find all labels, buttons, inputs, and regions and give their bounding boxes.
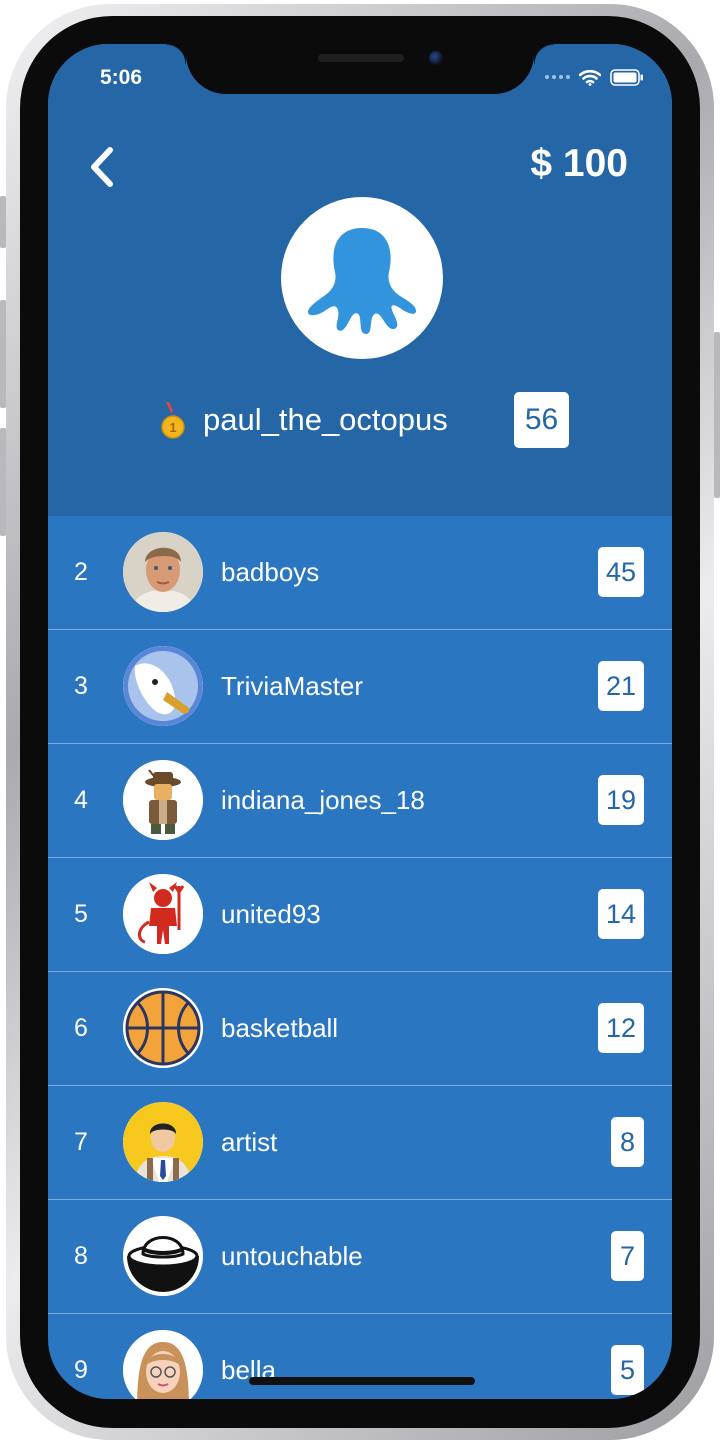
username: untouchable bbox=[221, 1241, 363, 1271]
leaderboard-header: 5:06 $ 100 1 paul_the_octopus 56 bbox=[48, 44, 672, 516]
chevron-left-icon bbox=[91, 147, 113, 187]
rank-number: 3 bbox=[74, 672, 88, 700]
score-badge: 21 bbox=[597, 661, 644, 711]
user-avatar bbox=[123, 760, 203, 840]
user-avatar bbox=[123, 532, 203, 612]
leader-row[interactable]: 1 paul_the_octopus 56 bbox=[48, 390, 672, 448]
username: artist bbox=[221, 1127, 278, 1157]
screen: 5:06 $ 100 1 paul_the_octopus 56 2 badbo… bbox=[48, 44, 672, 1399]
back-button[interactable] bbox=[84, 144, 124, 190]
leaderboard-row[interactable]: 3 TriviaMaster 21 bbox=[48, 630, 672, 744]
wifi-icon bbox=[579, 69, 601, 86]
username: TriviaMaster bbox=[221, 671, 364, 701]
octopus-icon bbox=[308, 228, 416, 334]
username: united93 bbox=[221, 899, 321, 929]
front-camera bbox=[429, 51, 443, 65]
businessman-icon bbox=[123, 1102, 203, 1182]
coin-balance: $ 100 bbox=[530, 142, 628, 185]
rank-number: 7 bbox=[74, 1128, 88, 1156]
power-button bbox=[714, 332, 720, 498]
score-badge: 12 bbox=[597, 1003, 644, 1053]
woman-glasses-icon bbox=[123, 1330, 203, 1399]
speaker-grille bbox=[318, 54, 404, 62]
leaderboard-list: 2 badboys 45 3 TriviaMaster 21 4 indiana… bbox=[48, 516, 672, 1399]
leader-username: paul_the_octopus bbox=[203, 402, 448, 437]
rank-number: 5 bbox=[74, 900, 88, 928]
user-avatar bbox=[123, 646, 203, 726]
battery-icon bbox=[610, 68, 643, 86]
score-badge: 19 bbox=[597, 775, 644, 825]
leader-avatar[interactable] bbox=[281, 197, 443, 359]
username: basketball bbox=[221, 1013, 339, 1043]
explorer-figure-icon bbox=[123, 760, 203, 840]
home-indicator[interactable] bbox=[249, 1377, 475, 1385]
user-avatar bbox=[123, 1102, 203, 1182]
score-badge: 7 bbox=[611, 1231, 644, 1281]
rank-number: 4 bbox=[74, 786, 88, 814]
leaderboard-row[interactable]: 9 bella 5 bbox=[48, 1314, 672, 1399]
rank-number: 8 bbox=[74, 1242, 88, 1270]
status-time: 5:06 bbox=[100, 66, 143, 89]
user-avatar bbox=[123, 1216, 203, 1296]
fedora-hat-icon bbox=[123, 1216, 203, 1296]
user-avatar bbox=[123, 1330, 203, 1399]
leaderboard-row[interactable]: 5 united93 14 bbox=[48, 858, 672, 972]
score-badge: 8 bbox=[611, 1117, 644, 1167]
rank-number: 9 bbox=[74, 1356, 88, 1384]
score-badge: 14 bbox=[597, 889, 644, 939]
leader-score-badge: 56 bbox=[514, 392, 569, 448]
seagull-icon bbox=[123, 646, 203, 726]
status-icons bbox=[545, 68, 644, 86]
rank-number: 6 bbox=[74, 1014, 88, 1042]
signal-icon bbox=[545, 75, 570, 79]
portrait-man-icon bbox=[123, 532, 203, 612]
leaderboard-row[interactable]: 2 badboys 45 bbox=[48, 516, 672, 630]
leaderboard-row[interactable]: 7 artist 8 bbox=[48, 1086, 672, 1200]
gold-medal-icon: 1 bbox=[161, 402, 185, 439]
red-devil-icon bbox=[123, 874, 203, 954]
username: bella bbox=[221, 1355, 276, 1385]
svg-text:1: 1 bbox=[169, 420, 176, 435]
username: badboys bbox=[221, 557, 320, 587]
leaderboard-row[interactable]: 6 basketball 12 bbox=[48, 972, 672, 1086]
score-badge: 45 bbox=[597, 547, 644, 597]
user-avatar bbox=[123, 988, 203, 1068]
notch bbox=[166, 44, 554, 94]
basketball-icon bbox=[123, 988, 203, 1068]
leaderboard-row[interactable]: 8 untouchable 7 bbox=[48, 1200, 672, 1314]
score-badge: 5 bbox=[611, 1345, 644, 1395]
rank-number: 2 bbox=[74, 558, 88, 586]
user-avatar bbox=[123, 874, 203, 954]
username: indiana_jones_18 bbox=[221, 785, 425, 815]
leaderboard-row[interactable]: 4 indiana_jones_18 19 bbox=[48, 744, 672, 858]
